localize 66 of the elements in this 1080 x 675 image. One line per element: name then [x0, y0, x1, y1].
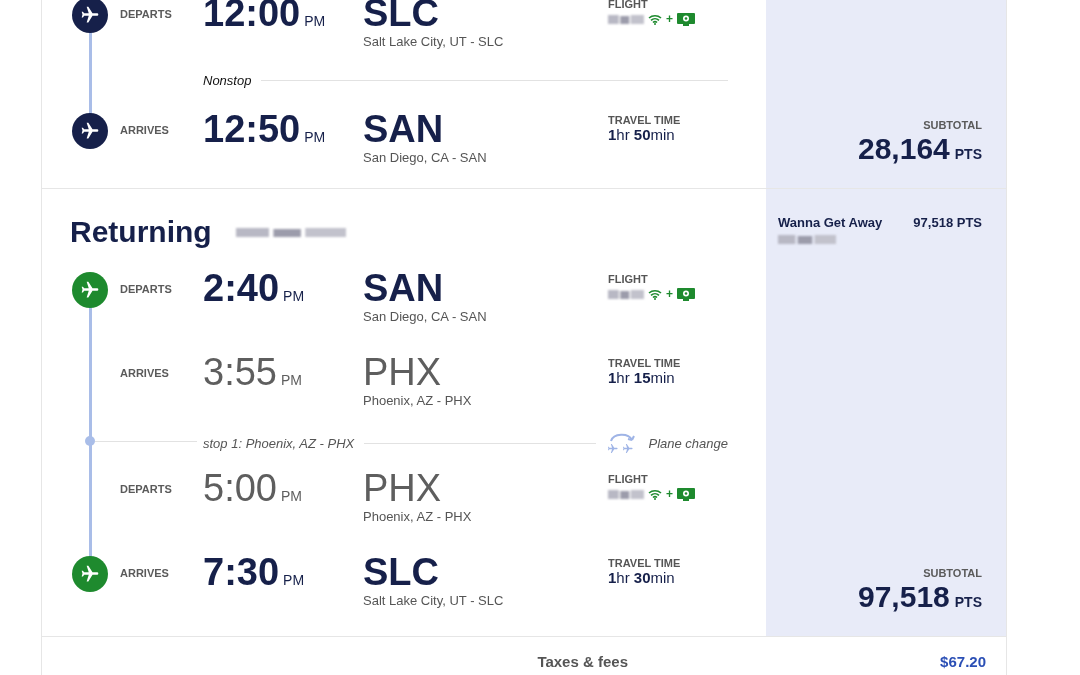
info-label: TRAVEL TIME [608, 557, 681, 569]
airport-city: San Diego, CA - SAN [363, 150, 488, 165]
blurred-text [608, 13, 644, 25]
info-label: TRAVEL TIME [608, 114, 681, 126]
airport-city: Salt Lake City, UT - SLC [363, 34, 505, 49]
wifi-icon [648, 13, 662, 25]
travel-time: 1hr 15min [608, 369, 676, 386]
blurred-text [608, 288, 644, 300]
wifi-icon [648, 488, 662, 500]
airport-code: SLC [363, 552, 440, 592]
airport-city: San Diego, CA - SAN [363, 309, 488, 324]
tv-icon [677, 287, 695, 301]
info-label: FLIGHT [608, 473, 648, 485]
segment-label: ARRIVES [120, 367, 169, 379]
segment-label: DEPARTS [120, 8, 172, 20]
taxes-label: Taxes & fees [537, 653, 628, 670]
period-text: PM [283, 572, 305, 588]
time-text: 5:00 [203, 468, 277, 508]
time-text: 3:55 [203, 352, 277, 392]
airport-code: SLC [363, 0, 440, 33]
plus-sign: + [666, 487, 673, 501]
time-text: 2:40 [203, 268, 280, 308]
segment-label: ARRIVES [120, 124, 169, 136]
airport-code: PHX [363, 468, 443, 508]
airport-city: Salt Lake City, UT - SLC [363, 593, 505, 608]
tv-icon [677, 12, 695, 26]
period-text: PM [304, 129, 326, 145]
info-label: FLIGHT [608, 0, 648, 10]
airport-city: Phoenix, AZ - PHX [363, 393, 473, 408]
segment-label: ARRIVES [120, 567, 169, 579]
time-text: 12:50 [203, 109, 301, 149]
airport-code: PHX [363, 352, 443, 392]
blurred-text [778, 234, 836, 245]
travel-time: 1hr 30min [608, 569, 676, 586]
plane-change-note: Plane change [648, 435, 728, 451]
period-text: PM [280, 488, 302, 504]
period-text: PM [283, 288, 305, 304]
period-text: PM [280, 372, 302, 388]
tv-icon [677, 487, 695, 501]
airport-code: SAN [363, 109, 445, 149]
airport-code: SAN [363, 268, 445, 308]
segment-label: DEPARTS [120, 283, 172, 295]
info-label: FLIGHT [608, 273, 648, 285]
stop-info: stop 1: Phoenix, AZ - PHX [203, 435, 355, 451]
section-title: Returning [70, 215, 212, 249]
taxes-amount: $67.20 [940, 653, 986, 670]
subtotal-points: 28,164 [858, 132, 950, 166]
time-text: 7:30 [203, 552, 280, 592]
travel-time: 1hr 50min [608, 126, 676, 143]
subtotal-points: 97,518 [858, 580, 950, 614]
segment-label: DEPARTS [120, 483, 172, 495]
subtotal-label: SUBTOTAL [923, 567, 982, 579]
points-unit: PTS [954, 146, 982, 162]
stop-info: Nonstop [203, 73, 252, 88]
wifi-icon [648, 288, 662, 300]
airport-city: Phoenix, AZ - PHX [363, 509, 473, 524]
points-unit: PTS [954, 594, 982, 610]
plus-sign: + [666, 287, 673, 301]
period-text: PM [304, 13, 326, 29]
fare-points: 97,518 PTS [913, 215, 982, 230]
subtotal-label: SUBTOTAL [923, 119, 982, 131]
info-label: TRAVEL TIME [608, 357, 681, 369]
fare-name: Wanna Get Away [778, 215, 883, 230]
time-text: 12:00 [203, 0, 301, 33]
blurred-text [608, 488, 644, 500]
plus-sign: + [666, 12, 673, 26]
